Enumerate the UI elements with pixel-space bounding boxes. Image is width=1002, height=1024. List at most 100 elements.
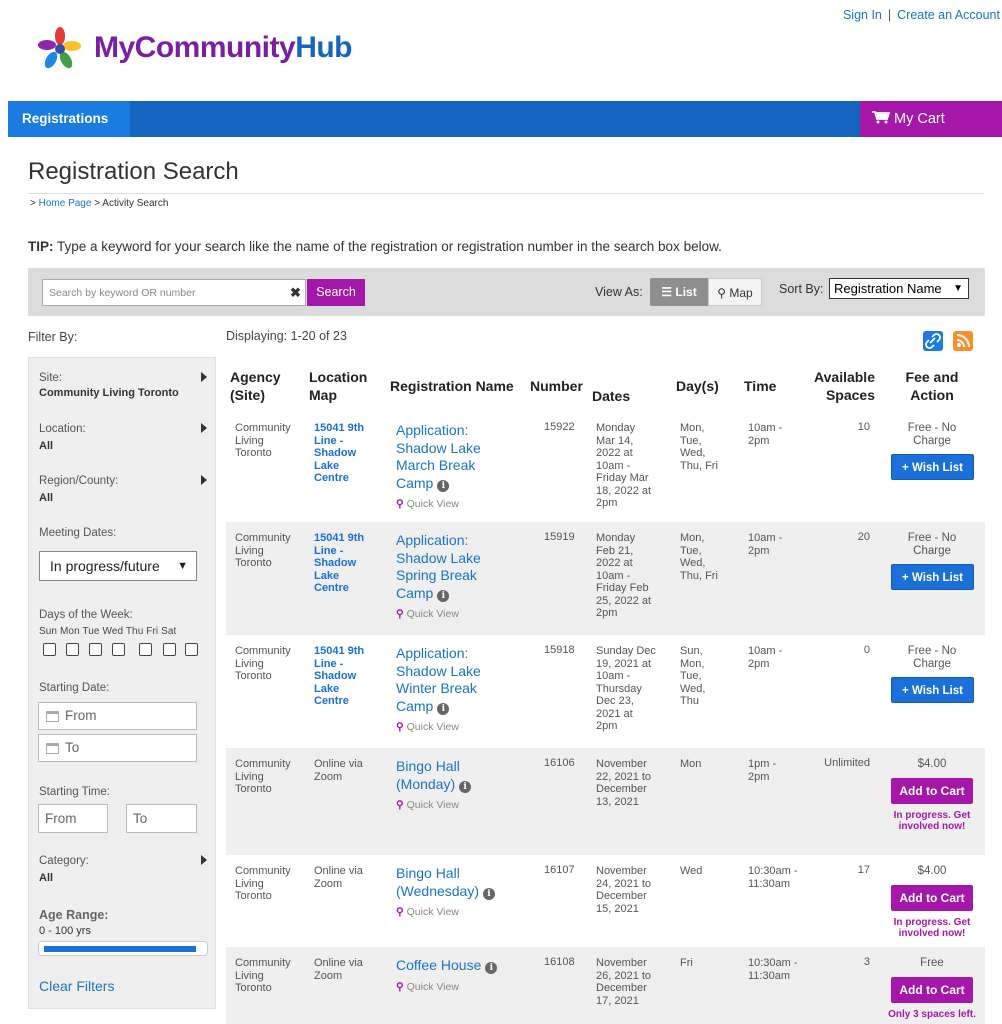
registration-name-text: Bingo Hall xyxy=(396,758,460,774)
search-input[interactable]: Search by keyword OR number xyxy=(42,279,306,306)
checkbox-sun[interactable] xyxy=(43,643,56,656)
dates-cell: Sunday Dec 19, 2021 at 10am - Thursday Dec 2… xyxy=(596,645,656,733)
checkbox-tue[interactable] xyxy=(89,643,102,656)
location-text: Online via xyxy=(314,865,363,877)
add-to-cart-button[interactable]: Add to Cart xyxy=(891,976,973,1003)
from-time-input[interactable]: From xyxy=(38,804,108,833)
days-text: Tue, xyxy=(680,670,702,682)
location-map-link[interactable]: 15041 9th Line - Shadow Lake Centre xyxy=(314,645,364,708)
info-icon[interactable]: i xyxy=(437,479,450,492)
checkbox-sat[interactable] xyxy=(185,643,198,656)
info-icon[interactable]: i xyxy=(483,887,496,900)
quick-view-link[interactable]: ⚲ Quick View xyxy=(396,906,459,918)
days-text: Tue, xyxy=(680,544,702,557)
info-icon[interactable]: i xyxy=(437,589,450,602)
quick-view-link[interactable]: ⚲ Quick View xyxy=(396,721,459,733)
age-range-fill[interactable] xyxy=(44,946,196,952)
time-text: 10am - xyxy=(748,645,783,657)
sign-in-link[interactable]: Sign In xyxy=(843,8,882,22)
time-text: 10am - xyxy=(748,532,783,544)
registration-name-link[interactable]: Application: Shadow Lake March Break Camp i xyxy=(396,422,481,492)
agency-cell: Community Living Toronto xyxy=(235,865,291,903)
info-icon[interactable]: i xyxy=(437,702,450,715)
results-count: Displaying: 1-20 of 23 xyxy=(226,329,347,343)
registration-name-text: Shadow Lake xyxy=(396,662,481,679)
available-spaces: 0 xyxy=(863,644,870,656)
search-button[interactable]: Search xyxy=(307,279,365,306)
info-icon[interactable]: i xyxy=(459,780,472,793)
days-of-week-headings: Sun Mon Tue Wed Thu Fri Sat xyxy=(39,626,177,637)
registration-name-link[interactable]: Application: Shadow Lake Winter Break Camp i xyxy=(396,645,481,715)
wish-list-button[interactable]: + Wish List xyxy=(891,564,974,590)
site-expand-icon[interactable] xyxy=(201,372,207,382)
table-row: Community Living Toronto Online via Zoom Coff… xyxy=(226,947,985,1024)
dates-text: 26, 2021 to xyxy=(596,969,652,982)
breadcrumb-home-link[interactable]: Home Page xyxy=(39,198,92,209)
site-filter-label[interactable]: Site: xyxy=(39,372,62,384)
share-link-icon[interactable] xyxy=(923,331,943,351)
to-time-input[interactable]: To xyxy=(126,804,197,833)
status-note: In progress. Get involved now! xyxy=(881,810,983,833)
registration-name-link[interactable]: Coffee House i xyxy=(396,957,498,975)
category-filter-label[interactable]: Category: xyxy=(39,855,89,867)
sort-by-select[interactable]: Registration Name ▼ xyxy=(829,278,969,299)
registration-name-link[interactable]: Bingo Hall (Wednesday) i xyxy=(396,865,496,900)
my-cart-button[interactable]: My Cart xyxy=(860,101,1002,137)
checkbox-fri[interactable] xyxy=(163,643,176,656)
view-map-button[interactable]: ⚲ Map xyxy=(708,278,762,306)
view-as-label: View As: xyxy=(595,285,643,299)
clear-filters-link[interactable]: Clear Filters xyxy=(39,978,114,994)
to-date-input[interactable]: To xyxy=(38,734,197,762)
location-cell: Online via Zoom xyxy=(314,865,363,890)
location-map-link[interactable]: 15041 9th Line - Shadow Lake Centre xyxy=(314,422,364,485)
meeting-dates-select[interactable]: In progress/future ▼ xyxy=(39,551,197,581)
location-map-link[interactable]: 15041 9th Line - Shadow Lake Centre xyxy=(314,532,364,595)
col-fee-line1: Fee and xyxy=(905,369,959,385)
info-icon[interactable]: i xyxy=(485,962,498,974)
nav-registrations[interactable]: Registrations xyxy=(8,101,130,137)
agency-text: Community xyxy=(235,645,291,657)
dates-text: Friday Mar xyxy=(596,472,649,484)
checkbox-thu[interactable] xyxy=(139,643,152,656)
wish-list-button[interactable]: + Wish List xyxy=(891,454,974,480)
wish-list-button[interactable]: + Wish List xyxy=(891,677,974,703)
quick-view-link[interactable]: ⚲ Quick View xyxy=(396,608,459,620)
location-expand-icon[interactable] xyxy=(201,423,207,433)
status-note-text: Only 3 spaces left. xyxy=(888,1008,976,1020)
rss-feed-icon[interactable] xyxy=(953,331,973,351)
from-date-input[interactable]: From xyxy=(38,702,197,730)
region-expand-icon[interactable] xyxy=(201,475,207,485)
checkbox-wed[interactable] xyxy=(112,643,125,656)
add-to-cart-button[interactable]: Add to Cart xyxy=(891,884,973,911)
age-range-slider[interactable] xyxy=(38,941,208,956)
dates-text: Monday xyxy=(596,422,636,434)
checkbox-mon[interactable] xyxy=(66,643,79,656)
time-text: 2pm xyxy=(748,657,770,670)
breadcrumb-prefix: > xyxy=(30,198,39,209)
registration-name-link[interactable]: Application: Shadow Lake Spring Break Camp i xyxy=(396,532,481,602)
time-text: 11:30am xyxy=(748,877,790,890)
clear-search-icon[interactable]: ✖ xyxy=(290,285,301,301)
create-account-link[interactable]: Create an Account xyxy=(897,8,1000,22)
registration-name-link[interactable]: Bingo Hall (Monday) i xyxy=(396,758,472,793)
magnifier-icon: ⚲ xyxy=(396,980,407,993)
registration-name-text: Bingo Hall xyxy=(396,865,460,881)
quick-view-link[interactable]: ⚲ Quick View xyxy=(396,498,459,510)
view-list-button[interactable]: ☰ List xyxy=(650,278,708,306)
location-filter-label[interactable]: Location: xyxy=(39,423,86,435)
category-expand-icon[interactable] xyxy=(201,855,207,865)
quick-view-label: Quick View xyxy=(406,721,459,733)
quick-view-link[interactable]: ⚲ Quick View xyxy=(396,981,459,993)
available-spaces: 20 xyxy=(857,531,870,543)
dates-text: 2022 at xyxy=(596,557,633,569)
registration-name-text: (Wednesday) xyxy=(396,882,480,899)
region-filter-label[interactable]: Region/County: xyxy=(39,475,118,487)
dates-text: 25, 2022 at xyxy=(596,594,652,607)
location-text: Line - xyxy=(314,434,344,447)
quick-view-link[interactable]: ⚲ Quick View xyxy=(396,799,459,811)
add-to-cart-button[interactable]: Add to Cart xyxy=(891,777,973,804)
site-logo[interactable]: MyCommunityHub xyxy=(36,24,353,72)
dates-text: 2pm xyxy=(596,720,618,732)
location-text: Line - xyxy=(314,544,344,557)
list-icon: ☰ xyxy=(661,285,673,299)
